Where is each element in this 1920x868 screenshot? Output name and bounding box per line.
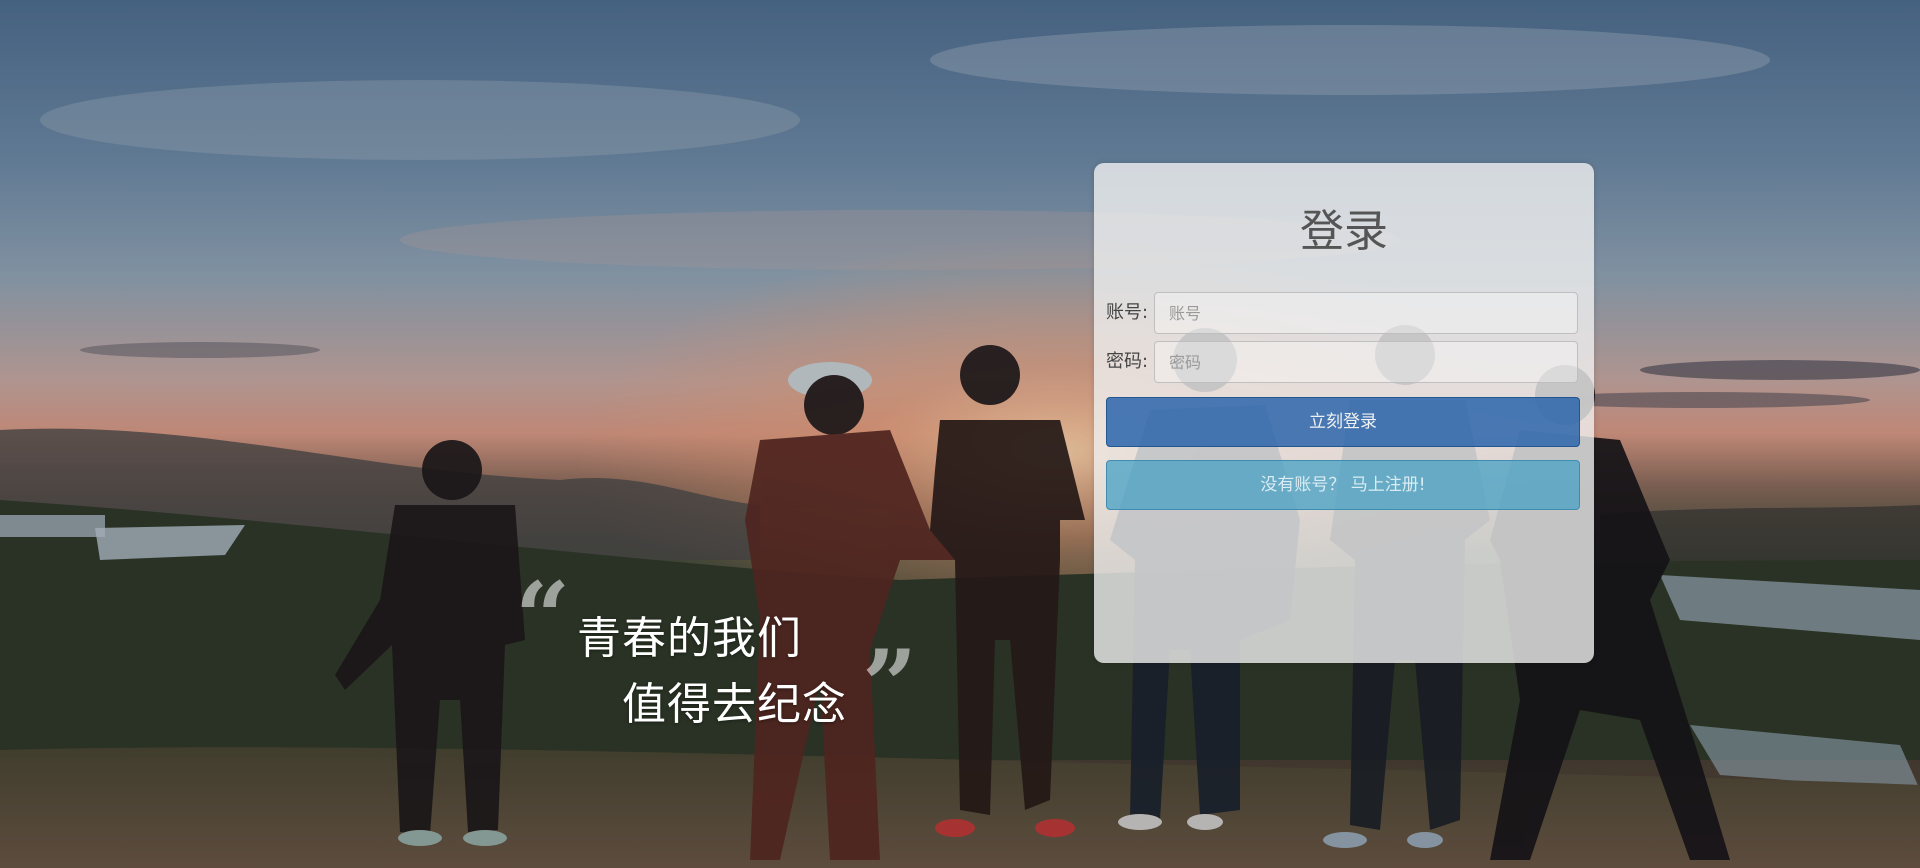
- login-title: 登录: [1300, 206, 1388, 257]
- login-page: “ 青春的我们 值得去纪念 ” 登录 账号: 密码: 立刻登录 没有账号？ 马上…: [0, 0, 1920, 868]
- slogan-line-1: 青春的我们: [577, 613, 802, 664]
- background-overlay: [0, 0, 1920, 868]
- register-button[interactable]: 没有账号？ 马上注册!: [1106, 460, 1580, 510]
- slogan-quote: “ 青春的我们 值得去纪念 ”: [515, 570, 935, 742]
- account-row: 账号:: [1106, 292, 1582, 334]
- account-label: 账号:: [1106, 302, 1149, 323]
- login-card: 登录 账号: 密码: 立刻登录 没有账号？ 马上注册!: [1094, 163, 1594, 663]
- account-input[interactable]: [1154, 292, 1578, 334]
- open-quote-mark: “: [515, 561, 571, 674]
- password-label: 密码:: [1106, 351, 1149, 372]
- login-button[interactable]: 立刻登录: [1106, 397, 1580, 447]
- slogan-line-2: 值得去纪念: [622, 679, 847, 730]
- password-input[interactable]: [1154, 341, 1578, 383]
- close-quote-mark: ”: [862, 629, 918, 742]
- password-row: 密码:: [1106, 341, 1582, 383]
